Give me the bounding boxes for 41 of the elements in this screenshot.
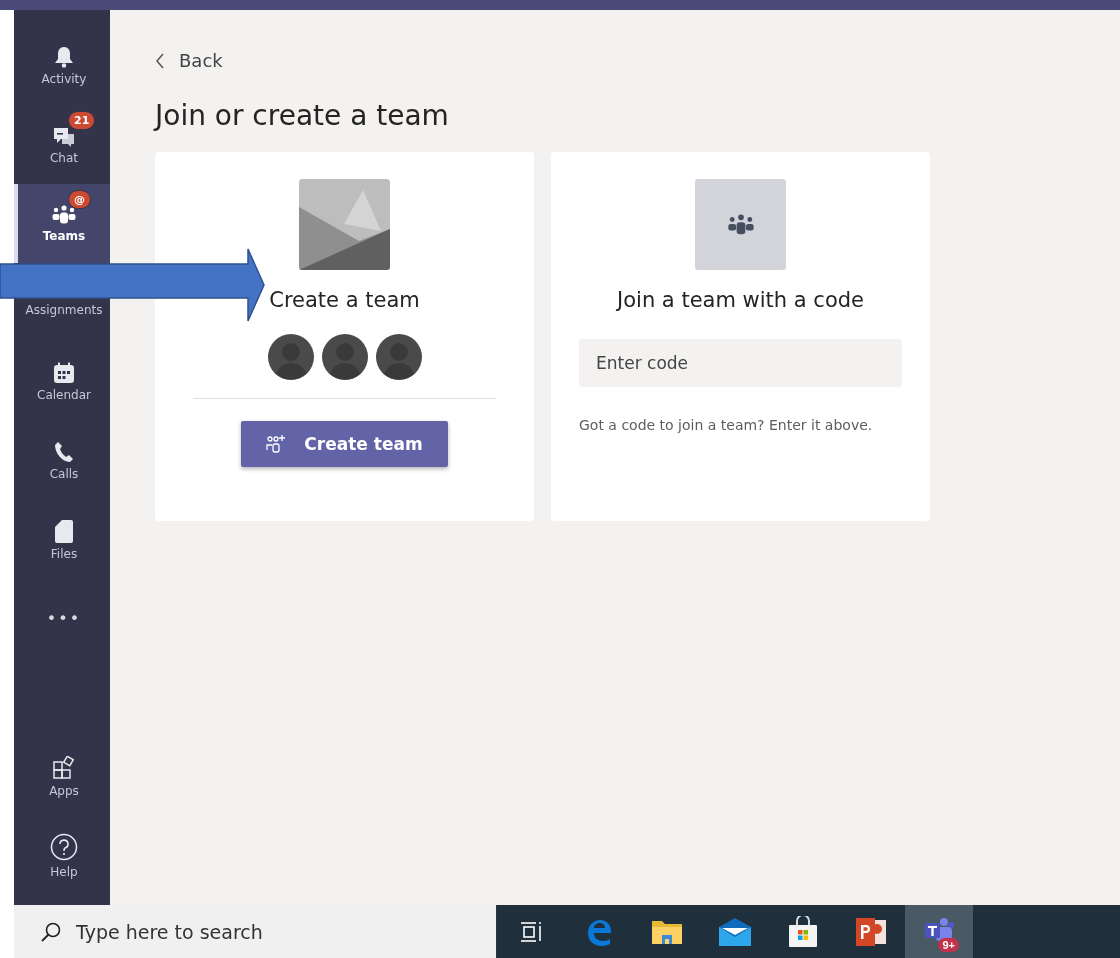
sidebar-item[interactable]: Files: [14, 500, 110, 579]
hint-text: Got a code to join a team? Enter it above.: [579, 417, 874, 433]
taskbar-search-field[interactable]: Type here to search: [14, 905, 497, 958]
avatar-silhouette: [321, 334, 368, 380]
file-icon: [55, 518, 73, 543]
sidebar-item[interactable]: Help: [14, 816, 110, 895]
people-icon: [725, 213, 756, 236]
sidebar-item[interactable]: Apps: [14, 737, 110, 816]
code-input-field[interactable]: Enter code: [579, 339, 902, 387]
create-team-button[interactable]: Create team: [241, 421, 448, 467]
avatar-silhouette: [375, 334, 422, 380]
sidebar-item[interactable]: Assignments: [14, 301, 110, 342]
taskbar-app-button[interactable]: 9+: [905, 905, 973, 958]
card-heading: Join a team with a code: [617, 288, 864, 312]
shopping-bag-icon: [787, 915, 819, 948]
chevron-left-icon: [155, 52, 165, 69]
image-placeholder-icon: [299, 179, 390, 270]
page-title: Join or create a team: [155, 99, 450, 132]
notification-badge: @: [68, 190, 91, 209]
sidebar-item[interactable]: Chat 21: [14, 105, 110, 184]
help-icon: [50, 832, 78, 861]
presentation-app-icon: [855, 916, 887, 947]
phone-icon: [54, 440, 74, 463]
apps-icon: [52, 755, 76, 780]
bell-icon: [54, 45, 74, 68]
sidebar-item[interactable]: Calls: [14, 421, 110, 500]
back-button[interactable]: Back: [155, 50, 223, 71]
search-icon: [40, 920, 62, 943]
calendar-icon: [53, 361, 75, 384]
card-heading: Create a team: [269, 288, 420, 312]
notification-badge: 21: [68, 111, 96, 130]
mail-icon: [718, 916, 752, 947]
avatar-silhouette: [267, 334, 314, 380]
teams-icon: [51, 204, 77, 225]
more-apps-item[interactable]: •••: [14, 579, 110, 658]
task-view-icon: [520, 920, 542, 943]
sidebar-item[interactable]: Calendar: [14, 342, 110, 421]
sidebar-item[interactable]: Activity: [14, 26, 110, 105]
add-people-icon: [266, 434, 287, 454]
sidebar-item[interactable]: Teams @: [14, 184, 110, 263]
notification-badge: 9+: [938, 938, 959, 952]
